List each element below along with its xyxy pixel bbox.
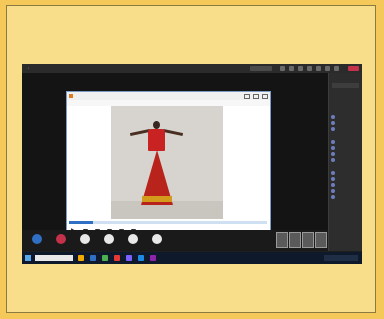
maximize-icon[interactable] — [253, 94, 259, 99]
avatar — [331, 115, 335, 119]
player-title-bar — [67, 92, 270, 100]
meeting-toolbar — [280, 66, 339, 71]
taskbar-app-icon[interactable] — [102, 255, 108, 261]
video-thumbnails — [276, 232, 327, 248]
back-icon[interactable]: ‹ — [28, 64, 29, 73]
participants-list — [331, 107, 361, 200]
avatar — [331, 121, 335, 125]
avatar — [331, 127, 335, 131]
camera-icon[interactable] — [316, 66, 321, 71]
meeting-control-button[interactable] — [104, 234, 114, 244]
seek-bar[interactable] — [69, 221, 267, 224]
meeting-control-button[interactable] — [32, 234, 42, 244]
avatar — [331, 140, 335, 144]
avatar — [331, 177, 335, 181]
seek-progress — [69, 221, 93, 224]
participant-thumbnail[interactable] — [302, 232, 314, 248]
teams-window: ‹ — [22, 64, 362, 264]
taskbar-app-icon[interactable] — [126, 255, 132, 261]
taskbar-app-icon[interactable] — [90, 255, 96, 261]
share-icon[interactable] — [334, 66, 339, 71]
taskbar-search[interactable] — [35, 255, 73, 261]
windows-taskbar — [22, 252, 362, 264]
dancer-right-arm — [162, 128, 184, 137]
participants-search[interactable] — [332, 83, 359, 88]
close-icon[interactable] — [262, 94, 268, 99]
mic-icon[interactable] — [325, 66, 330, 71]
taskbar-app-icon[interactable] — [150, 255, 156, 261]
avatar — [331, 189, 335, 193]
avatar — [331, 158, 335, 162]
media-player-window — [66, 91, 271, 244]
avatar — [331, 152, 335, 156]
people-icon[interactable] — [289, 66, 294, 71]
meeting-control-button[interactable] — [80, 234, 90, 244]
dancer-head — [153, 121, 160, 129]
system-tray — [324, 255, 358, 261]
taskbar-app-icon[interactable] — [138, 255, 144, 261]
avatar — [331, 183, 335, 187]
avatar — [331, 146, 335, 150]
meeting-control-button[interactable] — [152, 234, 162, 244]
video-frame[interactable] — [111, 106, 223, 219]
taskbar-apps — [78, 255, 156, 261]
minimize-icon[interactable] — [244, 94, 250, 99]
windows-start-icon[interactable] — [25, 255, 31, 261]
stop-sharing-button[interactable] — [250, 66, 272, 71]
window-controls — [244, 94, 268, 99]
meeting-control-button[interactable] — [128, 234, 138, 244]
vlc-icon — [69, 94, 73, 98]
avatar — [331, 195, 335, 199]
participant-row[interactable] — [331, 194, 361, 200]
title-bar: ‹ — [22, 64, 362, 73]
taskbar-app-icon[interactable] — [114, 255, 120, 261]
skirt-border — [142, 196, 172, 202]
participant-row[interactable] — [331, 126, 361, 132]
dancer-torso — [148, 129, 165, 151]
leave-button[interactable] — [348, 66, 359, 71]
meeting-control-button[interactable] — [56, 234, 66, 244]
participant-row[interactable] — [331, 157, 361, 163]
shared-screen — [22, 73, 328, 251]
taskbar-app-icon[interactable] — [78, 255, 84, 261]
avatar — [331, 171, 335, 175]
participant-thumbnail[interactable] — [289, 232, 301, 248]
more-icon[interactable] — [307, 66, 312, 71]
participant-thumbnail[interactable] — [276, 232, 288, 248]
reactions-icon[interactable] — [298, 66, 303, 71]
participant-thumbnail[interactable] — [315, 232, 327, 248]
participants-panel — [328, 73, 362, 251]
chat-icon[interactable] — [280, 66, 285, 71]
